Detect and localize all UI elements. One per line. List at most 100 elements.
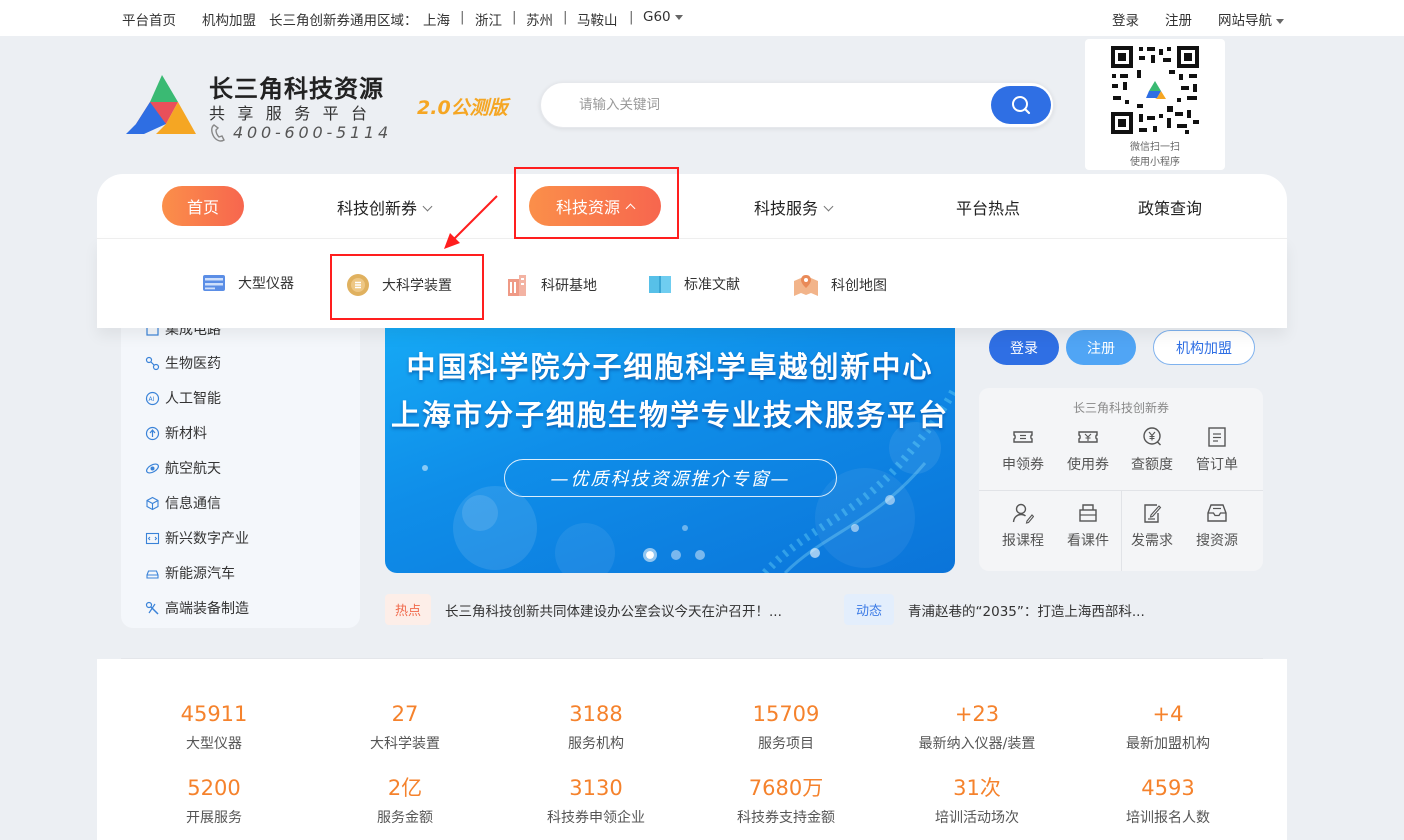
stat-value: 5200: [187, 776, 241, 800]
brand-logo-icon[interactable]: [126, 72, 196, 136]
svg-text:AI: AI: [149, 396, 155, 403]
highlight-box-dropdown-item: [330, 254, 484, 320]
banner-headline-2: 上海市分子细胞生物学专业技术服务平台: [390, 398, 949, 432]
stat-label: 最新加盟机构: [1126, 736, 1210, 752]
hotline-number: 400-600-5114: [233, 123, 392, 142]
sidebar-item-digital-industry[interactable]: 新兴数字产业: [145, 528, 249, 548]
dynamic-news-link[interactable]: 青浦赵巷的“2035”：打造上海西部科...: [908, 600, 1145, 620]
news-dynamic: 动态 青浦赵巷的“2035”：打造上海西部科...: [844, 594, 1145, 625]
stat-service-items: 15709 服务项目: [691, 699, 881, 753]
sidebar-item-ai[interactable]: AI 人工智能: [145, 388, 221, 408]
ai-icon: AI: [145, 391, 160, 406]
stat-value: 45911: [180, 702, 248, 726]
check-quota-button[interactable]: 查额度: [1120, 426, 1184, 474]
region-separator: |: [512, 9, 517, 25]
nav-platform-hot[interactable]: 平台热点: [956, 195, 1020, 219]
dropdown-item-label: 科创地图: [831, 278, 887, 294]
news-hot: 热点 长三角科技创新共同体建设办公室会议今天在沪召开！...: [385, 594, 782, 625]
hot-news-link[interactable]: 长三角科技创新共同体建设办公室会议今天在沪召开！...: [445, 600, 782, 620]
view-courseware-label: 看课件: [1067, 533, 1109, 549]
manage-orders-label: 管订单: [1196, 457, 1238, 473]
sidebar-item-nev[interactable]: 新能源汽车: [145, 563, 235, 583]
nav-tech-services[interactable]: 科技服务: [754, 195, 834, 219]
highlight-box-nav: [514, 167, 679, 239]
region-dropdown-g60[interactable]: G60: [643, 9, 683, 25]
register-button[interactable]: 注册: [1066, 330, 1136, 365]
manage-orders-button[interactable]: 管订单: [1185, 426, 1249, 474]
user-edit-icon: [991, 502, 1055, 524]
region-separator: |: [629, 9, 634, 25]
region-link-maanshan[interactable]: 马鞍山: [577, 9, 618, 29]
stat-label: 服务金额: [377, 810, 433, 826]
stat-value: 2亿: [387, 776, 423, 800]
dropdown-item-label: 大型仪器: [238, 276, 294, 292]
stat-value: 31次: [953, 776, 1001, 800]
topbar-home-link[interactable]: 平台首页: [122, 9, 176, 29]
enroll-course-button[interactable]: 报课程: [991, 502, 1055, 550]
nav-innovation-voucher[interactable]: 科技创新券: [337, 195, 433, 219]
search-button[interactable]: [991, 86, 1051, 124]
top-bar: 平台首页 机构加盟 长三角创新券通用区域： 上海 | 浙江 | 苏州 | 马鞍山…: [0, 0, 1404, 36]
ticket-icon: [991, 426, 1055, 448]
instrument-icon: [202, 273, 226, 293]
sidebar-item-aerospace[interactable]: 航空航天: [145, 458, 221, 478]
stat-new-orgs: +4 最新加盟机构: [1073, 699, 1263, 753]
topbar-register-link[interactable]: 注册: [1165, 9, 1192, 29]
dropdown-item-research-bases[interactable]: 科研基地: [505, 273, 597, 297]
post-demand-button[interactable]: 发需求: [1120, 502, 1184, 550]
tech-resources-dropdown: 大型仪器 大科学装置 科研基地 标准文献 科创地图: [97, 238, 1287, 328]
sidebar-item-biomedicine[interactable]: 生物医药: [145, 353, 221, 373]
nav-tech-services-label: 科技服务: [754, 199, 819, 218]
stats-section: 45911 大型仪器 27 大科学装置 3188 服务机构 15709 服务项目 +23…: [97, 659, 1287, 840]
stat-value: 4593: [1141, 776, 1195, 800]
stat-label: 培训活动场次: [935, 810, 1019, 826]
stat-value: 3188: [569, 702, 623, 726]
region-link-zhejiang[interactable]: 浙江: [475, 9, 502, 29]
dynamic-tag: 动态: [844, 594, 895, 625]
map-pin-icon: [793, 273, 819, 297]
view-courseware-button[interactable]: 看课件: [1056, 502, 1120, 550]
carousel-dot-3[interactable]: [695, 550, 705, 560]
banner-cta[interactable]: —优质科技资源推介专窗—: [504, 459, 837, 497]
region-link-suzhou[interactable]: 苏州: [526, 9, 553, 29]
carousel-dot-2[interactable]: [671, 550, 681, 560]
nav-policy-search[interactable]: 政策查询: [1138, 195, 1202, 219]
stat-voucher-companies: 3130 科技券申领企业: [501, 773, 691, 827]
carousel-dot-1[interactable]: [643, 548, 657, 562]
car-icon: [145, 566, 160, 581]
region-link-shanghai[interactable]: 上海: [423, 9, 450, 29]
stat-service-orgs: 3188 服务机构: [501, 699, 691, 753]
stat-science-facilities: 27 大科学装置: [310, 699, 500, 753]
stat-value: 27: [391, 702, 419, 726]
sidebar-item-telecom[interactable]: 信息通信: [145, 493, 221, 513]
dropdown-item-innovation-map[interactable]: 科创地图: [793, 273, 887, 297]
stat-service-amount: 2亿服务金额: [310, 773, 500, 827]
search-resources-button[interactable]: 搜资源: [1185, 502, 1249, 550]
sidebar-item-equipment[interactable]: 高端装备制造: [145, 598, 249, 618]
dropdown-item-standards-docs[interactable]: 标准文献: [648, 273, 740, 295]
voucher-panel-title: 长三角科技创新券: [1072, 401, 1169, 415]
search-input[interactable]: [579, 94, 999, 116]
site-nav-dropdown[interactable]: 网站导航: [1218, 9, 1284, 29]
use-voucher-label: 使用券: [1067, 457, 1109, 473]
dropdown-item-large-instruments[interactable]: 大型仪器: [202, 273, 294, 293]
stat-value: +23: [954, 702, 1000, 726]
topbar-login-link[interactable]: 登录: [1112, 9, 1139, 29]
stat-label: 培训报名人数: [1126, 810, 1210, 826]
voucher-panel: 长三角科技创新券 申领券 使用券 查额度 管订单 报课程 看课件 发需求 搜资源: [979, 388, 1263, 571]
join-org-button[interactable]: 机构加盟: [1153, 330, 1255, 365]
qr-caption-mini-program: 使用小程序: [1130, 157, 1180, 168]
sidebar-item-ic[interactable]: 集成电路: [145, 328, 221, 339]
stat-label: 大型仪器: [186, 736, 242, 752]
apply-voucher-button[interactable]: 申领券: [991, 426, 1055, 474]
use-voucher-button[interactable]: 使用券: [1056, 426, 1120, 474]
qr-caption-scan: 微信扫一扫: [1130, 142, 1180, 153]
login-button[interactable]: 登录: [989, 330, 1059, 365]
caret-down-icon: [1276, 18, 1284, 24]
nav-home[interactable]: 首页: [162, 186, 244, 226]
banner-carousel[interactable]: 中国科学院分子细胞科学卓越创新中心 上海市分子细胞生物学专业技术服务平台 —优质…: [385, 328, 955, 573]
topbar-join-link[interactable]: 机构加盟: [202, 9, 256, 29]
order-list-icon: [1185, 426, 1249, 448]
hot-tag: 热点: [385, 594, 432, 625]
sidebar-item-new-materials[interactable]: 新材料: [145, 423, 207, 443]
